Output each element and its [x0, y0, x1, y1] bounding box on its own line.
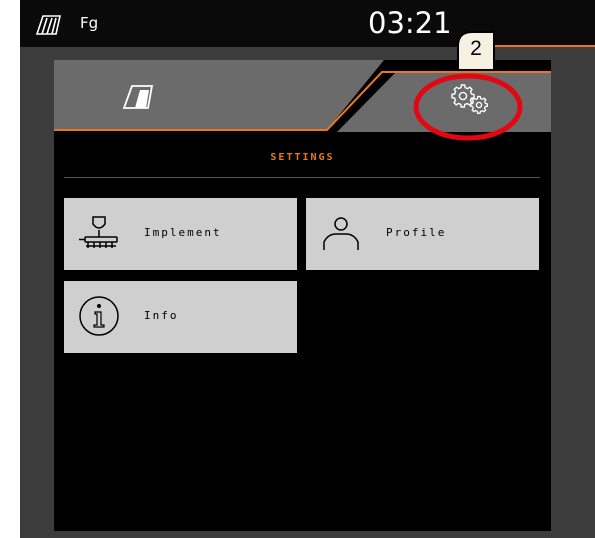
machine-logo-icon	[35, 15, 61, 35]
mode-label: Fg	[80, 14, 99, 32]
screen-title: SETTINGS	[270, 152, 335, 163]
implement-tile[interactable]: Implement	[64, 198, 297, 270]
annotation-badge-number: 2	[470, 37, 482, 60]
clock: 03:21	[368, 6, 452, 40]
implement-icon	[79, 216, 118, 248]
info-icon	[79, 296, 119, 336]
status-bar: Fg 03:21	[20, 0, 595, 47]
info-tile[interactable]: Info	[64, 281, 297, 353]
home-logo-icon[interactable]	[121, 82, 155, 110]
info-label: Info	[144, 309, 179, 322]
profile-icon	[323, 217, 359, 250]
implement-label: Implement	[144, 226, 222, 239]
profile-label: Profile	[386, 226, 447, 239]
annotation-badge: 2	[452, 28, 500, 70]
profile-tile[interactable]: Profile	[306, 198, 539, 270]
title-divider	[64, 177, 540, 178]
settings-panel: SETTINGS Implement Profile Info	[54, 60, 551, 531]
settings-gear-icon[interactable]	[432, 76, 508, 122]
